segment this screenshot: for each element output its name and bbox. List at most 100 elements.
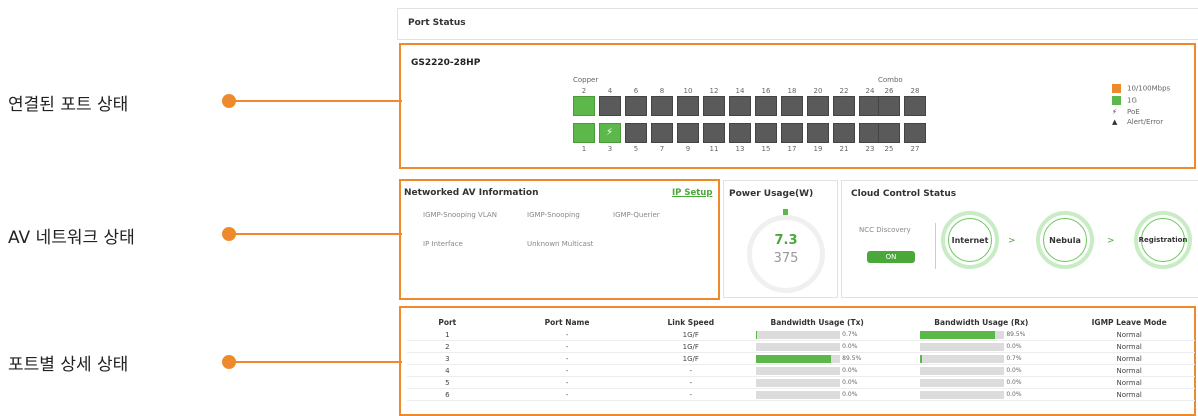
- port-22[interactable]: [833, 96, 855, 116]
- cell-bw-tx: 0.0%: [735, 340, 900, 353]
- cell-bw-tx: 0.0%: [735, 364, 900, 377]
- power-value: 7.3: [774, 233, 798, 248]
- port-6[interactable]: [625, 96, 647, 116]
- port-27[interactable]: [904, 123, 926, 143]
- port-25[interactable]: [878, 123, 900, 143]
- bandwidth-value: 0.7%: [1006, 355, 1022, 362]
- lightning-icon: ⚡: [606, 127, 614, 138]
- cell-bw-rx: 0.0%: [899, 340, 1064, 353]
- chevron-right-icon: >: [1008, 236, 1016, 246]
- unknown-multicast: Unknown Multicast: [527, 240, 594, 248]
- table-row[interactable]: 2-1G/F 0.0% 0.0% Normal: [407, 340, 1195, 353]
- igmp-snooping: IGMP-Snooping: [527, 211, 580, 219]
- bandwidth-bar: [920, 366, 1005, 375]
- power-max: 375: [773, 251, 799, 266]
- bandwidth-bar: [756, 378, 841, 387]
- cell-igmp-leave: Normal: [1063, 340, 1195, 353]
- port-17[interactable]: [781, 123, 803, 143]
- port-1[interactable]: [573, 123, 595, 143]
- port-number: 11: [709, 145, 719, 153]
- port-13[interactable]: [729, 123, 751, 143]
- bandwidth-value: 89.5%: [842, 355, 862, 362]
- table-row[interactable]: 3-1G/F 89.5% 0.7% Normal: [407, 352, 1195, 365]
- port-7[interactable]: [651, 123, 673, 143]
- legend-poe: ⚡ PoE: [1112, 108, 1140, 116]
- legend-label: PoE: [1127, 108, 1140, 116]
- ip-setup-link[interactable]: IP Setup: [672, 188, 712, 198]
- port-20[interactable]: [807, 96, 829, 116]
- port-number: 10: [683, 87, 693, 95]
- port-number: 2: [581, 87, 587, 95]
- port-18[interactable]: [781, 96, 803, 116]
- ncc-discovery-label: NCC Discovery: [859, 226, 911, 234]
- callout-line: [232, 361, 402, 363]
- table-row[interactable]: 6- -0.0% 0.0% Normal: [407, 388, 1195, 401]
- col-link-speed: Link Speed: [667, 317, 715, 327]
- port-number: 15: [761, 145, 771, 153]
- port-table-body: 1-1G/F 0.7% 89.5% Normal 2-1G/F 0.0% 0.0% Norma…: [407, 329, 1195, 401]
- port-11[interactable]: [703, 123, 725, 143]
- bandwidth-value: 0.0%: [1006, 367, 1022, 374]
- cell-port: 2: [407, 340, 488, 353]
- device-model: GS2220-28HP: [411, 58, 481, 68]
- port-number: 25: [884, 145, 894, 153]
- table-row[interactable]: 4- -0.0% 0.0% Normal: [407, 364, 1195, 377]
- table-row[interactable]: 5- -0.0% 0.0% Normal: [407, 376, 1195, 389]
- page-title: Port Status: [408, 18, 466, 28]
- port-2[interactable]: [573, 96, 595, 116]
- table-row[interactable]: 1-1G/F 0.7% 89.5% Normal: [407, 329, 1195, 341]
- callout-label: AV 네트워크 상태: [8, 228, 135, 248]
- port-number: 12: [709, 87, 719, 95]
- cell-bw-rx: 89.5%: [899, 329, 1064, 341]
- port-status-header: Port Status: [397, 8, 1198, 40]
- cell-port-name: -: [487, 388, 647, 401]
- port-12[interactable]: [703, 96, 725, 116]
- callout-label: 포트별 상세 상태: [8, 355, 129, 375]
- legend-label: 10/100Mbps: [1127, 84, 1171, 93]
- port-number: 21: [839, 145, 849, 153]
- port-10[interactable]: [677, 96, 699, 116]
- ncc-toggle[interactable]: ON: [867, 251, 915, 263]
- nebula-step: Nebula: [1036, 211, 1094, 269]
- legend-10-100: 10/100Mbps: [1112, 84, 1170, 93]
- cell-bw-tx: 0.7%: [735, 329, 900, 341]
- port-number: 18: [787, 87, 797, 95]
- port-26[interactable]: [878, 96, 900, 116]
- port-14[interactable]: [729, 96, 751, 116]
- bandwidth-bar: [920, 378, 1005, 387]
- legend-label: 1G: [1127, 96, 1137, 105]
- port-9[interactable]: [677, 123, 699, 143]
- cell-port: 6: [407, 388, 488, 401]
- bandwidth-fill: [756, 330, 758, 339]
- cell-port-name: -: [487, 376, 647, 389]
- cell-port-name: -: [487, 329, 647, 341]
- port-19[interactable]: [807, 123, 829, 143]
- cell-bw-tx: 0.0%: [735, 376, 900, 389]
- cell-bw-tx: 89.5%: [735, 352, 900, 365]
- port-5[interactable]: [625, 123, 647, 143]
- cell-bw-tx: 0.0%: [735, 388, 900, 401]
- port-3[interactable]: ⚡: [599, 123, 621, 143]
- port-number: 17: [787, 145, 797, 153]
- cell-port: 3: [407, 352, 488, 365]
- port-4[interactable]: [599, 96, 621, 116]
- bandwidth-value: 0.0%: [842, 367, 858, 374]
- port-15[interactable]: [755, 123, 777, 143]
- callout-line: [232, 100, 402, 102]
- port-number: 26: [884, 87, 894, 95]
- port-8[interactable]: [651, 96, 673, 116]
- port-28[interactable]: [904, 96, 926, 116]
- callout-line: [232, 233, 402, 235]
- port-number: 4: [607, 87, 613, 95]
- bandwidth-value: 0.0%: [1006, 343, 1022, 350]
- port-21[interactable]: [833, 123, 855, 143]
- ip-interface: IP Interface: [423, 240, 463, 248]
- cell-link-speed: -: [646, 376, 736, 389]
- port-number: 22: [839, 87, 849, 95]
- port-number: 9: [685, 145, 691, 153]
- cloud-title: Cloud Control Status: [851, 189, 957, 199]
- lightning-icon: ⚡: [1112, 108, 1117, 116]
- bandwidth-value: 0.0%: [842, 343, 858, 350]
- port-16[interactable]: [755, 96, 777, 116]
- cell-port-name: -: [487, 340, 647, 353]
